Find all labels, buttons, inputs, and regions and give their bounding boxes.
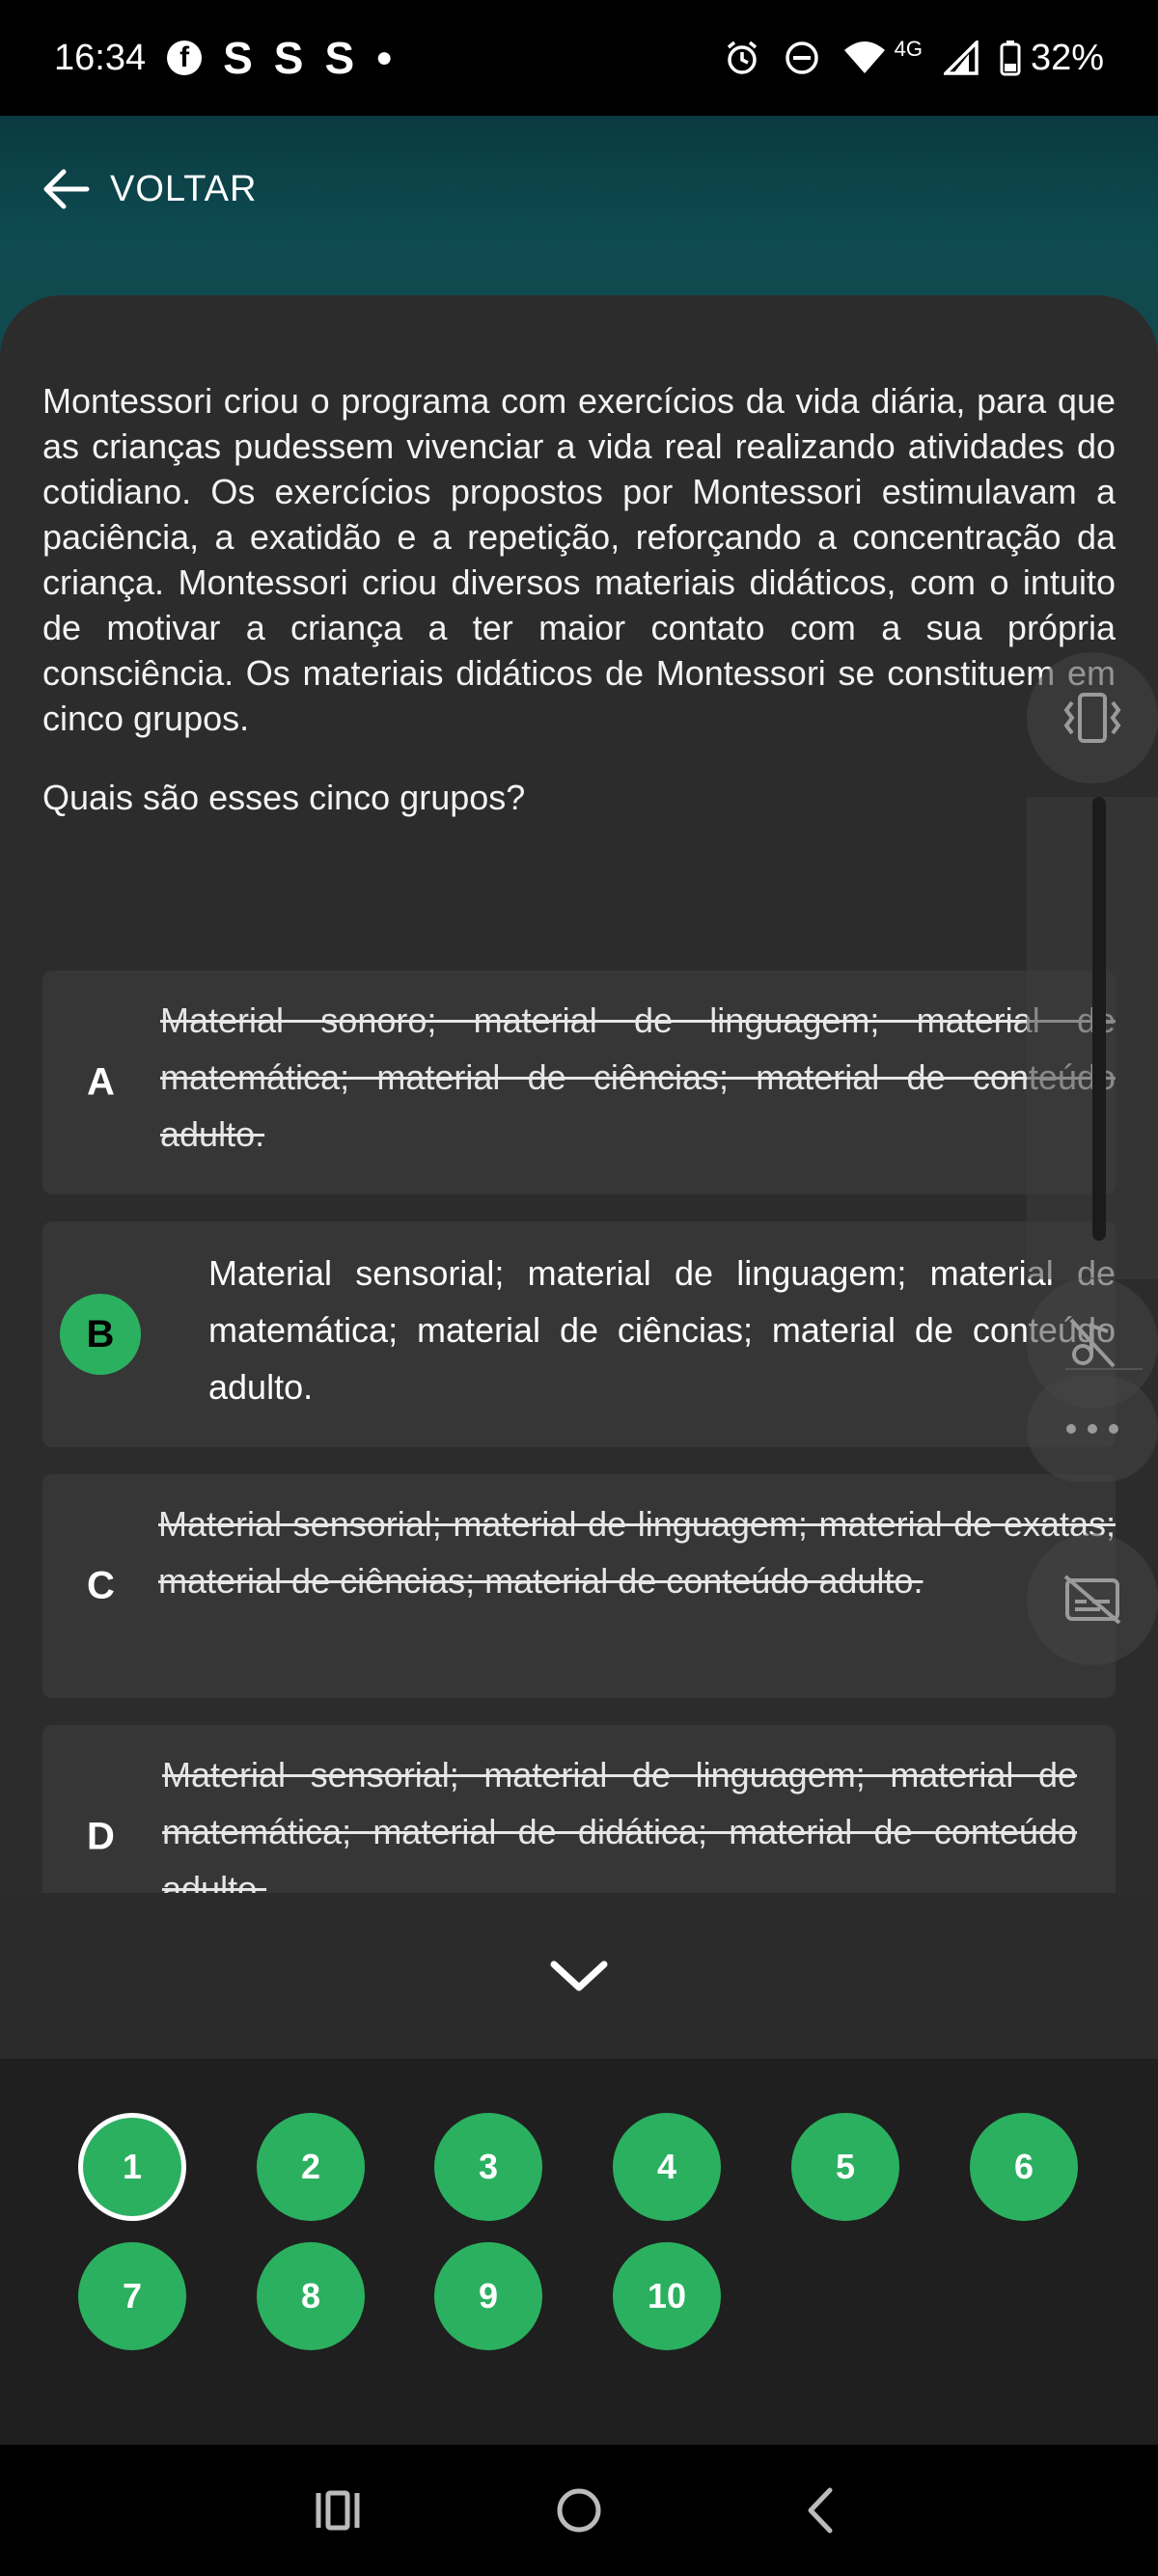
question-number-3[interactable]: 3 [434,2113,542,2221]
option-c[interactable]: C Material sensorial; material de lingua… [42,1474,1116,1698]
vibrate-button[interactable] [1027,652,1158,783]
question-number-8[interactable]: 8 [257,2242,365,2350]
option-text: Material sensorial; material de linguage… [208,1253,1116,1407]
question-prompt: Quais são esses cinco grupos? [42,778,526,817]
option-text: Material sensorial; material de linguage… [158,1504,1116,1601]
arrow-left-icon [43,169,90,209]
app-notification-s-1: S [223,33,253,83]
question-number-10[interactable]: 10 [613,2242,721,2350]
home-icon [557,2488,601,2533]
back-button[interactable]: VOLTAR [39,166,257,212]
battery-icon [1000,41,1021,76]
signal-icon [943,41,979,75]
option-text: Material sonoro; material de linguagem; … [160,1000,1116,1154]
alarm-icon [727,41,757,74]
option-letter: C [87,1564,115,1607]
option-letter: D [87,1815,115,1858]
system-nav-bar [0,2445,1158,2576]
question-number-1[interactable]: 1 [78,2113,186,2221]
more-button[interactable] [1027,1376,1158,1482]
dnd-icon [785,41,818,74]
battery-level: 32% [1030,37,1104,78]
option-letter-selected: B [60,1294,141,1375]
wifi-icon [843,41,885,73]
back-label: VOLTAR [110,168,258,209]
app-notification-s-2: S [273,33,304,83]
status-left: 16:34 f S S S ● [54,32,393,84]
recents-icon [316,2490,360,2531]
question-number-6[interactable]: 6 [970,2113,1078,2221]
question-text: Montessori criou o programa com exercíci… [42,381,1116,738]
back-nav-icon [808,2487,833,2534]
question-navigator: 1 2 3 4 5 6 7 8 9 10 [0,2059,1158,2445]
app-notification-s-3: S [324,33,355,83]
collapse-navigator-button[interactable] [0,1893,1158,2059]
option-text: Material sensorial; material de linguage… [162,1755,1077,1897]
question-number-9[interactable]: 9 [434,2242,542,2350]
option-d[interactable]: D Material sensorial; material de lingua… [42,1725,1116,1897]
music-off-icon [1069,1318,1116,1368]
option-b[interactable]: B Material sensorial; material de lingua… [42,1221,1116,1447]
more-icon [1066,1424,1118,1434]
question-number-5[interactable]: 5 [791,2113,899,2221]
vibrate-icon [1063,693,1121,743]
subtitles-off-icon [1063,1575,1121,1625]
subtitles-off-button[interactable] [1027,1534,1158,1665]
status-right: 4G 32% [723,37,1104,79]
facebook-icon: f [167,41,203,75]
question-number-4[interactable]: 4 [613,2113,721,2221]
back-nav-button[interactable] [782,2472,859,2549]
question-card: Montessori criou o programa com exercíci… [0,295,1158,1897]
option-letter: A [87,1060,115,1104]
floating-side-panel [1027,652,1158,1665]
question-number-7[interactable]: 7 [78,2242,186,2350]
side-divider [1065,1368,1143,1370]
chevron-down-icon [550,1960,608,1991]
notification-dot-icon: ● [375,41,394,73]
status-time: 16:34 [54,37,147,78]
status-bar: 16:34 f S S S ● 4G 32% [0,0,1158,116]
home-button[interactable] [540,2472,618,2549]
question-number-2[interactable]: 2 [257,2113,365,2221]
recents-button[interactable] [299,2472,376,2549]
option-a[interactable]: A Material sonoro; material de linguagem… [42,971,1116,1194]
network-type: 4G [894,37,923,61]
side-slider[interactable] [1092,797,1106,1241]
